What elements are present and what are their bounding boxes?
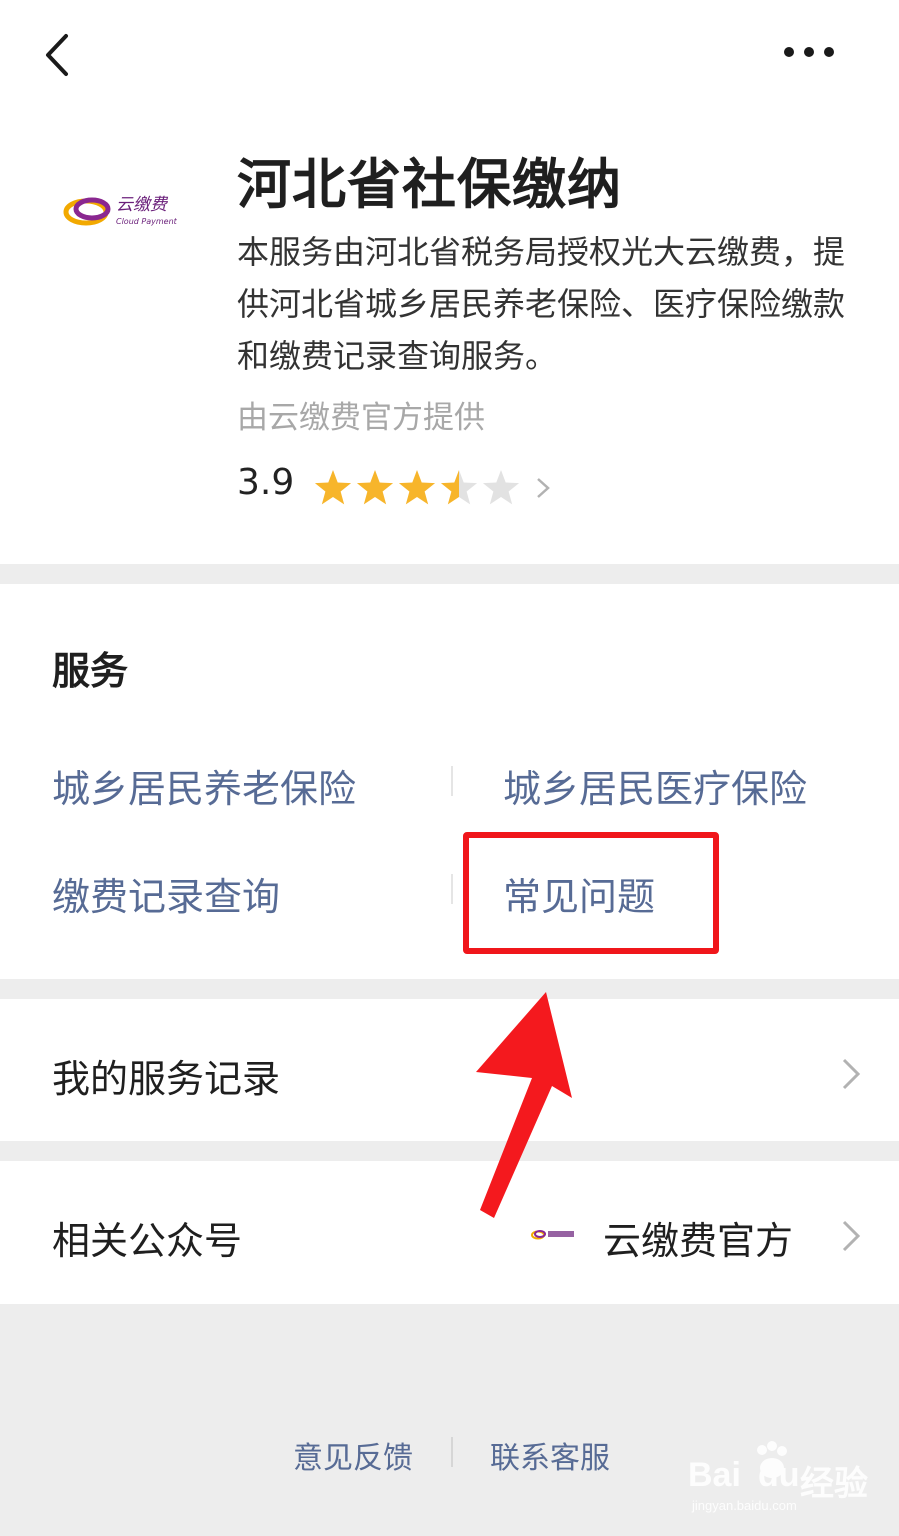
logo-subtext: Cloud Payment (116, 217, 178, 226)
back-arrow-icon[interactable] (38, 30, 78, 80)
app-logo: 云缴费 Cloud Payment (63, 195, 178, 226)
page-title: 河北省社保缴纳 (237, 153, 622, 216)
service-divider (451, 874, 453, 904)
chevron-right-icon[interactable] (840, 1218, 862, 1254)
feedback-link[interactable]: 意见反馈 (293, 1433, 413, 1477)
more-options-icon[interactable] (782, 42, 836, 62)
logo-text: 云缴费 (116, 195, 169, 215)
provider-text: 由云缴费官方提供 (237, 400, 485, 436)
watermark-url: jingyan.baidu.com (692, 1498, 797, 1513)
contact-service-link[interactable]: 联系客服 (490, 1433, 610, 1477)
star-icon (314, 470, 352, 505)
baidu-watermark: Bai du 经验 jingyan.baidu.com (688, 1440, 868, 1516)
service-medical-insurance[interactable]: 城乡居民医疗保险 (503, 758, 807, 813)
watermark-text3: 经验 (800, 1465, 868, 1503)
services-title: 服务 (52, 649, 129, 693)
red-arrow-annotation (476, 992, 572, 1218)
service-description: 本服务由河北省税务局授权光大云缴费，提供河北省城乡居民养老保险、医疗保险缴款和缴… (237, 233, 846, 375)
related-account-label[interactable]: 相关公众号 (52, 1210, 242, 1265)
footer-divider (451, 1437, 453, 1467)
service-record-label[interactable]: 我的服务记录 (52, 1048, 280, 1103)
chevron-right-icon[interactable] (535, 476, 551, 500)
star-icon (440, 470, 478, 505)
highlight-box (463, 832, 719, 954)
related-account-name[interactable]: 云缴费官方 (603, 1210, 793, 1265)
account-logo (531, 1230, 574, 1240)
rating-stars[interactable] (313, 468, 528, 508)
star-icon (482, 470, 520, 505)
watermark-text2: du (758, 1456, 800, 1494)
rating-value: 3.9 (237, 462, 295, 503)
service-payment-records[interactable]: 缴费记录查询 (52, 866, 280, 921)
watermark-text: Bai (688, 1456, 741, 1494)
service-divider (451, 766, 453, 796)
star-icon (398, 470, 436, 505)
star-icon (356, 470, 394, 505)
service-pension-insurance[interactable]: 城乡居民养老保险 (52, 758, 356, 813)
chevron-right-icon[interactable] (840, 1056, 862, 1092)
